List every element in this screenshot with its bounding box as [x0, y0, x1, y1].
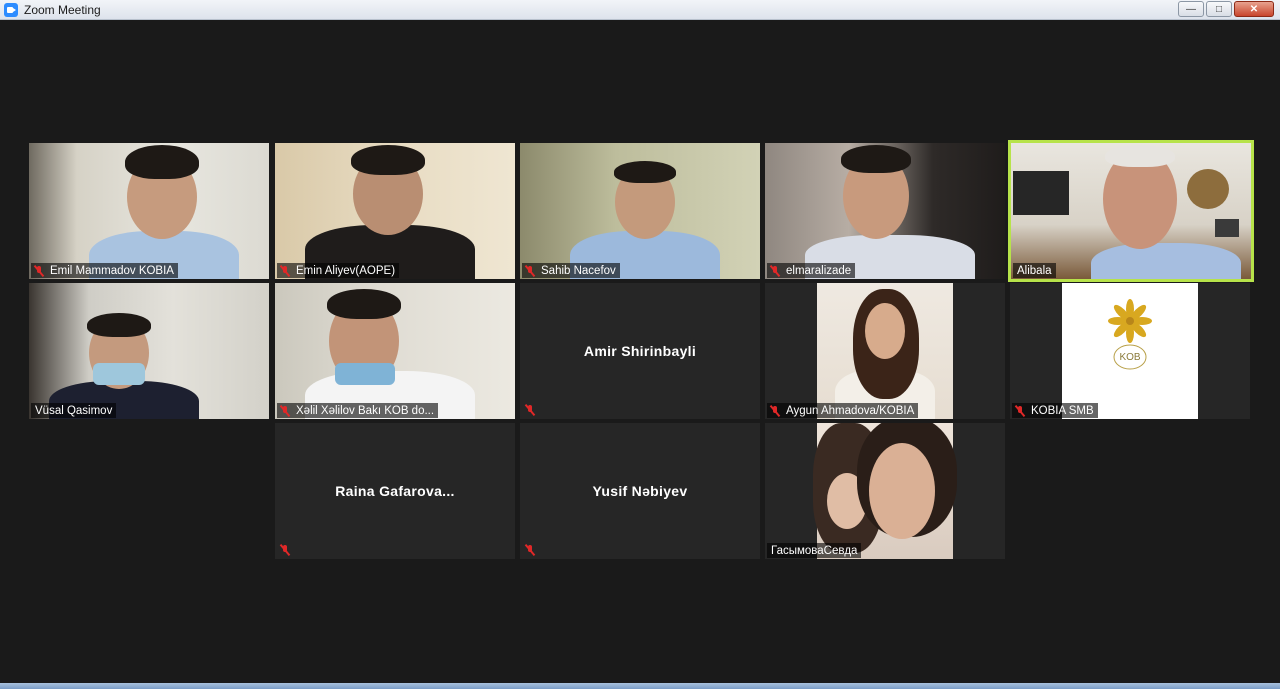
participant-tile-2[interactable]: Emin Aliyev(AOPE): [275, 143, 515, 279]
participant-name-center: Amir Shirinbayli: [583, 343, 697, 359]
mic-muted-icon: [524, 544, 536, 556]
participant-name-label: KOBIA SMB: [1012, 403, 1098, 418]
window-titlebar: Zoom Meeting — □ ✕: [0, 0, 1280, 20]
participant-name: Sahib Nacefov: [541, 264, 616, 277]
participant-tile-4[interactable]: elmaralizade: [765, 143, 1005, 279]
windows-taskbar: [0, 683, 1280, 689]
participant-video: [1011, 143, 1251, 279]
participant-name-label: Sahib Nacefov: [522, 263, 620, 278]
mic-muted-icon: [279, 405, 291, 417]
participant-video: [817, 283, 953, 419]
participant-tile-3[interactable]: Sahib Nacefov: [520, 143, 760, 279]
participant-name-label: elmaralizade: [767, 263, 856, 278]
participant-video: [29, 283, 269, 419]
participant-video: [275, 143, 515, 279]
participant-name: Aygun Ahmadova/KOBIA: [786, 404, 915, 417]
participant-tile-1[interactable]: Emil Mammadov KOBIA: [29, 143, 269, 279]
participant-name-label: Alibala: [1013, 263, 1056, 278]
participant-name: Emil Mammadov KOBIA: [50, 264, 174, 277]
close-button[interactable]: ✕: [1234, 1, 1274, 17]
participant-tile-8[interactable]: Amir Shirinbayli: [520, 283, 760, 419]
participant-tile-10[interactable]: KOB KOBIA SMB: [1010, 283, 1250, 419]
window-controls: — □ ✕: [1178, 1, 1274, 17]
mic-muted-icon: [769, 265, 781, 277]
participant-video: [29, 143, 269, 279]
participant-tile-5-active-speaker[interactable]: Alibala: [1008, 140, 1254, 282]
participant-tile-11[interactable]: Raina Gafarova...: [275, 423, 515, 559]
mic-muted-icon: [279, 544, 291, 556]
participant-tile-9[interactable]: Aygun Ahmadova/KOBIA: [765, 283, 1005, 419]
maximize-button[interactable]: □: [1206, 1, 1232, 17]
participant-tile-6[interactable]: Vüsal Qasimov: [29, 283, 269, 419]
participant-name: Alibala: [1017, 264, 1052, 277]
participant-name-label: Xəlil Xəlilov Bakı KOB do...: [277, 403, 439, 418]
participant-video: [765, 143, 1005, 279]
participant-name: KOBIA SMB: [1031, 404, 1094, 417]
mic-muted-icon: [524, 265, 536, 277]
participant-name: Vüsal Qasimov: [35, 404, 113, 417]
mic-muted-icon: [769, 405, 781, 417]
participant-name-center: Yusif Nəbiyev: [592, 483, 688, 499]
participant-tile-7[interactable]: Xəlil Xəlilov Bakı KOB do...: [275, 283, 515, 419]
participant-name-label: ГасымоваСевда: [767, 543, 862, 558]
zoom-app-icon: [4, 2, 18, 17]
participant-name-label: Emil Mammadov KOBIA: [31, 263, 178, 278]
minimize-button[interactable]: —: [1178, 1, 1204, 17]
participant-name: elmaralizade: [786, 264, 852, 277]
participant-name: Emin Aliyev(AOPE): [296, 264, 396, 277]
mic-muted-icon: [1014, 405, 1026, 417]
participant-tile-12[interactable]: Yusif Nəbiyev: [520, 423, 760, 559]
participant-name: ГасымоваСевда: [771, 544, 858, 557]
kob-logo: KOB: [1062, 283, 1198, 419]
participant-name-label: Vüsal Qasimov: [31, 403, 117, 418]
participant-name-center: Raina Gafarova...: [335, 483, 455, 499]
participant-tile-13[interactable]: ГасымоваСевда: [765, 423, 1005, 559]
participant-video: [520, 143, 760, 279]
participant-name: Xəlil Xəlilov Bakı KOB do...: [296, 404, 435, 417]
window-title: Zoom Meeting: [24, 2, 101, 17]
mic-muted-icon: [279, 265, 291, 277]
mic-muted-icon: [33, 265, 45, 277]
participant-video: [275, 283, 515, 419]
participant-name-label: Aygun Ahmadova/KOBIA: [767, 403, 919, 418]
svg-text:KOB: KOB: [1119, 352, 1140, 363]
mic-muted-icon: [524, 404, 536, 416]
participant-video: [813, 423, 957, 559]
participant-name-label: Emin Aliyev(AOPE): [277, 263, 400, 278]
